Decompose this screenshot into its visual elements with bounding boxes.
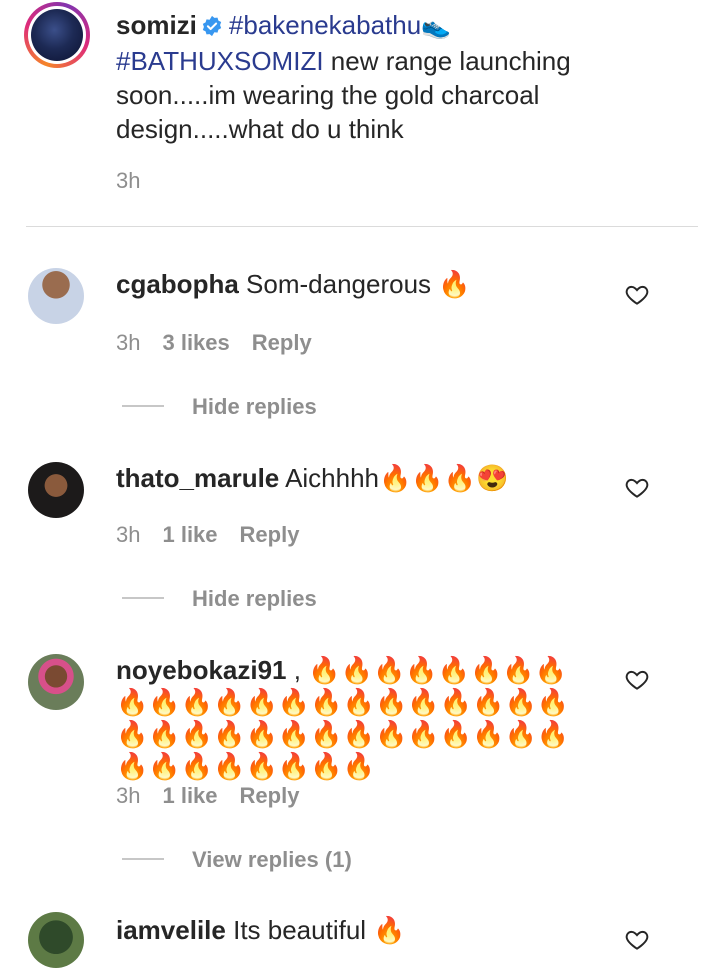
replies-line [122, 858, 164, 860]
author-username[interactable]: somizi [116, 10, 197, 40]
like-count[interactable]: 3 likes [162, 330, 229, 356]
like-heart-icon[interactable] [624, 282, 650, 308]
comment-meta: 3h 1 like Reply [116, 522, 299, 548]
author-avatar[interactable] [24, 2, 90, 68]
comment-text: noyebokazi91 , 🔥🔥🔥🔥🔥🔥🔥🔥🔥🔥🔥🔥🔥🔥🔥🔥🔥🔥🔥🔥🔥🔥🔥🔥🔥… [116, 654, 596, 782]
comment-username[interactable]: cgabopha [116, 269, 239, 299]
replies-line [122, 597, 164, 599]
commenter-avatar[interactable] [28, 268, 84, 324]
divider [26, 226, 698, 227]
comment-username[interactable]: thato_marule [116, 463, 279, 493]
comment-body: Som-dangerous 🔥 [246, 269, 471, 299]
like-count[interactable]: 1 like [162, 783, 217, 809]
comment-time: 3h [116, 783, 141, 808]
comment-text: thato_marule Aichhhh🔥🔥🔥😍 [116, 462, 616, 494]
like-heart-icon[interactable] [624, 667, 650, 693]
commenter-avatar[interactable] [28, 462, 84, 518]
reply-button[interactable]: Reply [240, 522, 300, 548]
comment-text: cgabopha Som-dangerous 🔥 [116, 268, 616, 300]
hashtag-bathuxsomizi[interactable]: #BATHUXSOMIZI [116, 46, 324, 76]
view-replies-button[interactable]: View replies (1) [192, 847, 352, 873]
like-heart-icon[interactable] [624, 927, 650, 953]
reply-button[interactable]: Reply [240, 783, 300, 809]
comment-text: iamvelile Its beautiful 🔥 [116, 914, 616, 946]
comment-meta: 3h 3 likes Reply [116, 330, 312, 356]
reply-button[interactable]: Reply [252, 330, 312, 356]
caption-timestamp: 3h [116, 168, 141, 193]
like-heart-icon[interactable] [624, 475, 650, 501]
shoe-emoji: 👟 [421, 13, 452, 40]
like-count[interactable]: 1 like [162, 522, 217, 548]
commenter-avatar[interactable] [28, 654, 84, 710]
comment-username[interactable]: noyebokazi91 [116, 655, 287, 685]
hide-replies-button[interactable]: Hide replies [192, 394, 317, 420]
comment-body: Aichhhh🔥🔥🔥😍 [285, 463, 509, 493]
post-caption: somizi #bakenekabathu👟 #BATHUXSOMIZI new … [116, 8, 696, 146]
comment-body: Its beautiful 🔥 [233, 915, 406, 945]
verified-badge-icon [202, 15, 222, 37]
comment-meta: 3h 1 like Reply [116, 783, 299, 809]
hashtag-bakenekabathu[interactable]: #bakenekabathu [229, 10, 421, 40]
comment-username[interactable]: iamvelile [116, 915, 226, 945]
replies-line [122, 405, 164, 407]
comment-time: 3h [116, 522, 141, 547]
hide-replies-button[interactable]: Hide replies [192, 586, 317, 612]
comment-time: 3h [116, 330, 141, 355]
